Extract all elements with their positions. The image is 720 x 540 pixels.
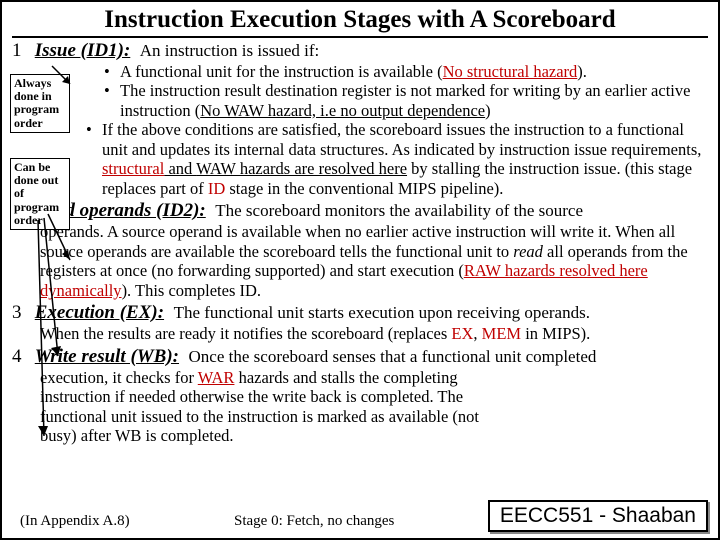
text: WAW hazards are resolved here (196, 159, 407, 178)
stage-1: 1 Issue (ID1): An instruction is issued … (12, 40, 708, 198)
stage-3: 3 Execution (EX): The functional unit st… (12, 302, 708, 343)
stage-1-num: 1 (12, 40, 30, 62)
hazard-structural: No structural hazard (443, 62, 578, 81)
text: ) (485, 101, 491, 120)
arrow-icon (48, 62, 88, 92)
text: ID (208, 179, 225, 198)
footer-stage0: Stage 0: Fetch, no changes (234, 513, 394, 530)
text: and (164, 159, 196, 178)
text: If the above conditions are satisfied, t… (102, 120, 701, 158)
stage-4-heading: 4 Write result (WB): Once the scoreboard… (12, 346, 708, 368)
stage-3-body: When the results are ready it notifies t… (40, 324, 708, 343)
stage-1-heading: 1 Issue (ID1): An instruction is issued … (12, 40, 708, 62)
stage-1-bullet-3: If the above conditions are satisfied, t… (86, 120, 708, 198)
text: i.e no output dependence (316, 101, 485, 120)
stage-1-bullets: A functional unit for the instruction is… (104, 62, 708, 198)
text: in MIPS). (521, 324, 590, 343)
text: When the results are ready it notifies t… (40, 324, 451, 343)
stage-1-bullet-1: A functional unit for the instruction is… (104, 62, 708, 81)
stage-1-bullet-2: The instruction result destination regis… (104, 81, 708, 120)
stage-4: 4 Write result (WB): Once the scoreboard… (12, 346, 708, 446)
text: ). This completes ID. (122, 281, 261, 300)
stage-4-body: execution, it checks for WAR hazards and… (40, 368, 708, 446)
footer-brand: EECC551 - Shaaban (488, 500, 708, 532)
hazard-war: WAR (198, 368, 235, 387)
stage-3-heading: 3 Execution (EX): The functional unit st… (12, 302, 708, 324)
stage-2-body: operands. A source operand is available … (40, 222, 708, 300)
stage-2-intro: The scoreboard monitors the availability… (215, 201, 583, 220)
text: structural (102, 159, 164, 178)
slide-title: Instruction Execution Stages with A Scor… (12, 6, 708, 38)
stage-3-intro: The functional unit starts execution upo… (174, 303, 590, 322)
stage-2-heading: 2 Read operands (ID2): The scoreboard mo… (12, 200, 708, 222)
text: read (513, 242, 547, 261)
text: , (473, 324, 481, 343)
text: A functional unit for the instruction is… (120, 62, 443, 81)
text: EX (451, 324, 473, 343)
text: ). (577, 62, 587, 81)
stage-1-intro: An instruction is issued if: (140, 41, 319, 60)
stage-2: 2 Read operands (ID2): The scoreboard mo… (12, 200, 708, 300)
hazard-waw: No WAW hazard, (200, 101, 316, 120)
text: stage in the conventional MIPS pipeline)… (225, 179, 503, 198)
stage-1-name: Issue (ID1): (35, 40, 131, 61)
footer-reference: (In Appendix A.8) (20, 513, 130, 530)
arrow-icon (28, 218, 76, 448)
stage-4-intro: Once the scoreboard senses that a functi… (189, 347, 597, 366)
text: MEM (482, 324, 521, 343)
slide: Instruction Execution Stages with A Scor… (0, 0, 720, 540)
